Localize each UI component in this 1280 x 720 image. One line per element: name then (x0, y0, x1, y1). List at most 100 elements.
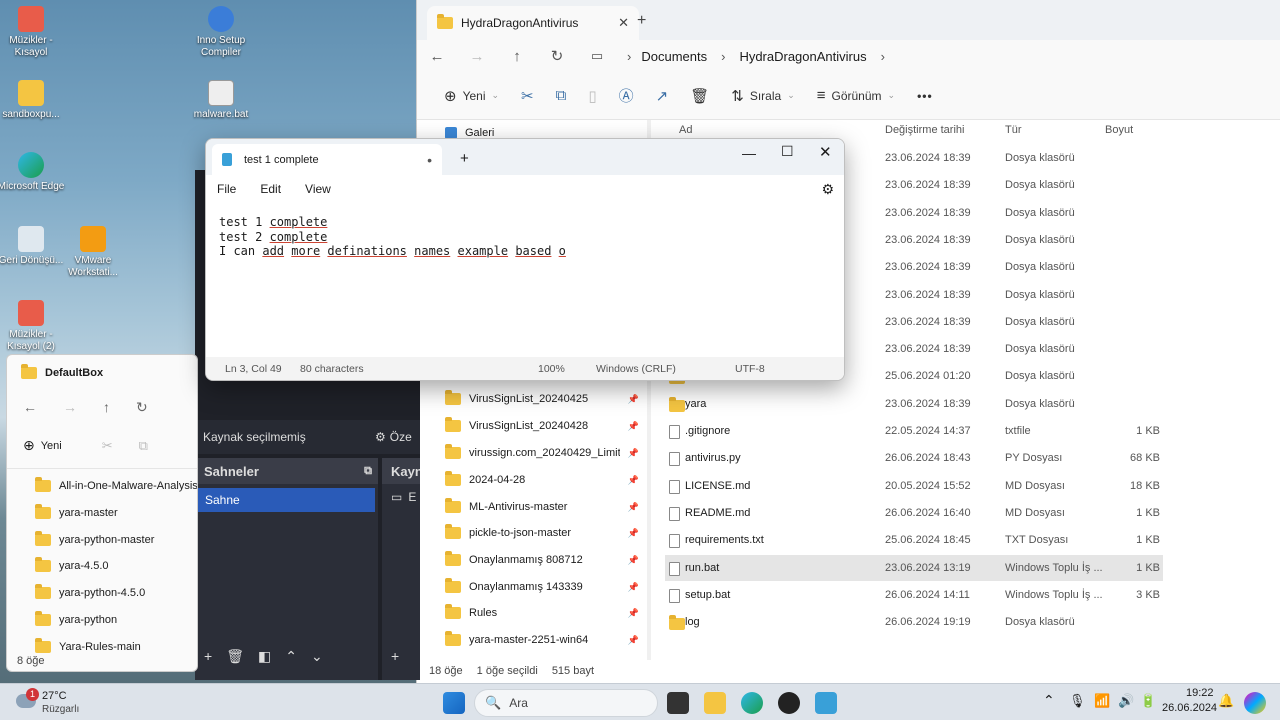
notepad-text-area[interactable]: test 1 complete test 2 complete I can add … (206, 203, 844, 357)
new-button[interactable]: ⊕ Yeni ⌄ (433, 87, 510, 105)
nav-item-folder[interactable]: Onaylanmamış 143339 📌 (445, 574, 639, 600)
copy-button[interactable]: ⧉ (545, 87, 578, 104)
forward-icon[interactable]: → (63, 399, 77, 415)
up-icon[interactable]: ↑ (497, 48, 537, 65)
menu-view[interactable]: View (305, 182, 331, 196)
view-button[interactable]: ≡ Görünüm ⌄ (806, 87, 906, 104)
undock-icon[interactable]: ⧉ (364, 465, 372, 478)
up-icon[interactable]: ↑ (103, 399, 110, 415)
nav-item-folder[interactable]: virussign.com_20240429_LimitedFree📌 (445, 440, 639, 466)
table-row[interactable]: setup.bat 26.06.2024 14:11 Windows Toplu İ… (665, 582, 1163, 608)
column-header-type[interactable]: Tür (1005, 124, 1022, 136)
desktop-icon-muzikler-2[interactable]: Müzikler - Kısayol (2) (0, 300, 66, 353)
breadcrumb-hydradragon[interactable]: HydraDragonAntivirus (739, 49, 866, 64)
properties-button[interactable]: ⚙ Öze (375, 430, 412, 444)
column-header-name[interactable]: Ad (679, 124, 692, 136)
table-row[interactable]: antivirus.py 26.06.2024 18:43 PY Dosyası 68… (665, 445, 1163, 471)
table-row[interactable]: log 26.06.2024 19:19 Dosya klasörü (665, 609, 1163, 635)
add-source-icon[interactable]: + (391, 648, 399, 664)
remove-scene-icon[interactable]: 🗑 (226, 648, 244, 665)
monitor-icon[interactable]: ▭ (577, 48, 617, 64)
list-item[interactable]: yara-master (35, 500, 118, 526)
back-icon[interactable]: ← (417, 48, 457, 65)
list-item[interactable]: Yara-Rules-main (35, 634, 141, 660)
table-row[interactable]: requirements.txt 25.06.2024 18:45 TXT Dosy… (665, 527, 1163, 553)
close-icon[interactable]: ✕ (819, 143, 832, 161)
desktop-icon-vmware[interactable]: VMware Workstati... (58, 226, 128, 279)
search-box[interactable]: 🔍 Ara (474, 689, 658, 717)
wifi-icon[interactable]: 📶 (1094, 693, 1110, 709)
list-item[interactable]: All-in-One-Malware-Analysis-ma (35, 473, 197, 499)
copy-icon[interactable]: ⧉ (139, 438, 148, 454)
new-tab-icon[interactable]: + (637, 12, 646, 30)
list-item[interactable]: yara-python-4.5.0 (35, 580, 145, 606)
column-header-size[interactable]: Boyut (1105, 124, 1133, 136)
table-row[interactable]: README.md 26.06.2024 16:40 MD Dosyası 1 KB (665, 500, 1163, 526)
more-button[interactable]: ••• (906, 89, 944, 103)
nav-item-folder[interactable]: VirusSignList_20240425 📌 (445, 386, 639, 412)
start-icon[interactable] (443, 692, 465, 714)
breadcrumb-documents[interactable]: Documents (641, 49, 707, 64)
settings-gear-icon[interactable]: ⚙ (821, 181, 834, 198)
move-down-icon[interactable]: ⌄ (311, 648, 323, 665)
rename-button[interactable]: Ⓐ (608, 85, 645, 106)
notepad-icon[interactable] (815, 692, 837, 714)
maximize-icon[interactable]: ☐ (781, 143, 794, 160)
microphone-icon[interactable]: 🎙 (1069, 693, 1086, 709)
forward-icon[interactable]: → (457, 48, 497, 65)
list-item[interactable]: yara-4.5.0 (35, 553, 109, 579)
refresh-icon[interactable]: ↻ (136, 399, 148, 416)
new-tab-icon[interactable]: + (460, 150, 469, 167)
nav-item-folder[interactable]: Rules 📌 (445, 600, 639, 626)
file-explorer-icon[interactable] (704, 692, 726, 714)
desktop-icon-malware-bat[interactable]: malware.bat (186, 80, 256, 121)
scissors-icon[interactable]: ✂ (102, 438, 113, 454)
zoom-level[interactable]: 100% (538, 363, 565, 375)
paste-button[interactable]: ▯ (577, 87, 607, 105)
table-row[interactable]: run.bat 23.06.2024 13:19 Windows Toplu İş … (665, 554, 1163, 581)
desktop-icon-recycle-bin[interactable]: Geri Dönüşü... (0, 226, 66, 267)
refresh-icon[interactable]: ↻ (537, 47, 577, 65)
filter-icon[interactable]: ◧ (258, 648, 271, 665)
share-button[interactable]: ↗ (645, 87, 680, 105)
copilot-icon[interactable] (1244, 692, 1266, 714)
notepad-tab[interactable]: test 1 complete • (212, 144, 442, 175)
encoding[interactable]: UTF-8 (735, 363, 765, 375)
desktop-icon-inno-setup[interactable]: Inno Setup Compiler (186, 6, 256, 59)
menu-file[interactable]: File (217, 182, 236, 196)
cut-button[interactable]: ✂ (510, 87, 545, 105)
obs-icon[interactable] (778, 692, 800, 714)
table-row[interactable]: LICENSE.md 20.05.2024 15:52 MD Dosyası 18 K… (665, 473, 1163, 499)
nav-item-folder[interactable]: pickle-to-json-master 📌 (445, 520, 639, 546)
desktop-icon-sandbox[interactable]: sandboxpu... (0, 80, 66, 121)
sort-button[interactable]: ⇅ Sırala ⌄ (720, 87, 805, 105)
back-icon[interactable]: ← (23, 399, 37, 415)
nav-item-folder[interactable]: ML-Antivirus-master 📌 (445, 494, 639, 520)
volume-icon[interactable]: 🔊 (1118, 693, 1134, 709)
defaultbox-tab[interactable]: DefaultBox (7, 355, 197, 391)
nav-item-folder[interactable]: 2024-04-28 📌 (445, 467, 639, 493)
task-view-icon[interactable] (667, 692, 689, 714)
weather-widget[interactable]: 1 27°C Rüzgarlı (14, 688, 94, 718)
add-scene-icon[interactable]: + (204, 648, 212, 665)
notification-bell-icon[interactable]: 🔔 (1218, 693, 1234, 709)
unsaved-dot-icon[interactable]: • (427, 152, 432, 168)
explorer-tab[interactable]: HydraDragonAntivirus ✕ (427, 6, 639, 40)
nav-item-folder[interactable]: yara-master-2251-win64 📌 (445, 627, 639, 653)
minimize-icon[interactable]: — (742, 145, 756, 161)
move-up-icon[interactable]: ⌃ (285, 648, 297, 665)
line-ending[interactable]: Windows (CRLF) (596, 363, 676, 375)
table-row[interactable]: .gitignore 22.05.2024 14:37 txtfile 1 KB (665, 418, 1163, 444)
clock-time[interactable]: 19:22 (1186, 687, 1214, 699)
list-item[interactable]: yara-python-master (35, 527, 154, 553)
desktop-icon-muzikler[interactable]: Müzikler - Kısayol (0, 6, 66, 59)
edge-icon[interactable] (741, 692, 763, 714)
table-row[interactable]: yara 23.06.2024 18:39 Dosya klasörü (665, 391, 1163, 417)
clock-date[interactable]: 26.06.2024 (1162, 702, 1217, 714)
chevron-up-icon[interactable]: ⌃ (1043, 692, 1055, 709)
delete-button[interactable]: 🗑 (679, 87, 720, 105)
column-header-date[interactable]: Değiştirme tarihi (885, 124, 964, 136)
battery-icon[interactable]: 🔋 (1140, 693, 1156, 709)
menu-edit[interactable]: Edit (260, 182, 281, 196)
list-item[interactable]: yara-python (35, 607, 117, 633)
